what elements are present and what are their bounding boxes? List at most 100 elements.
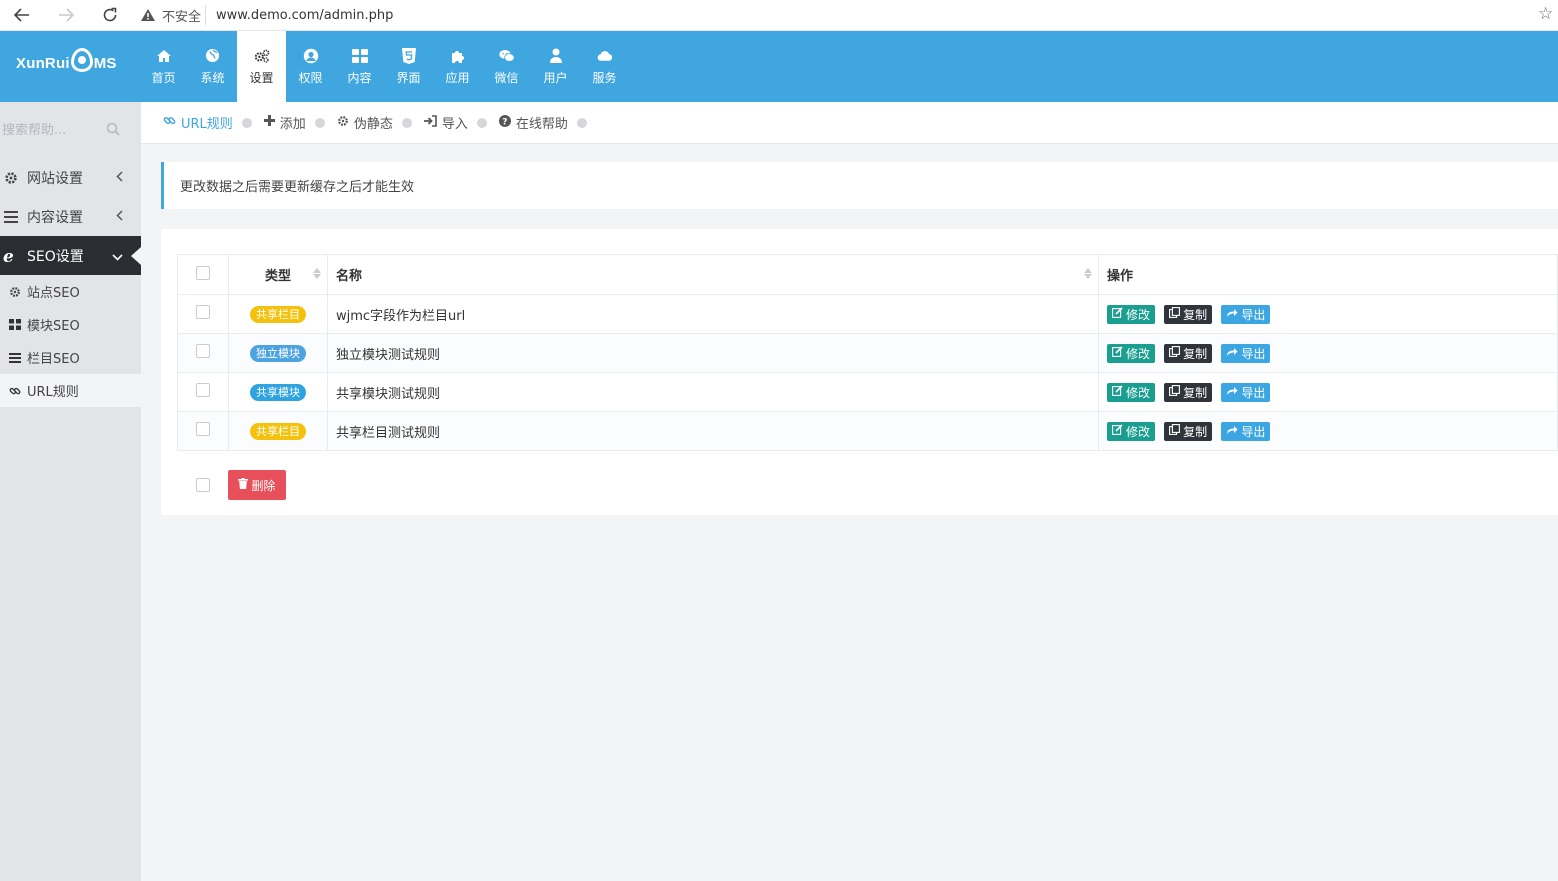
- export-button[interactable]: 导出: [1221, 343, 1271, 363]
- wechat-icon: [498, 48, 515, 64]
- subnav-online-help[interactable]: ? 在线帮助: [498, 113, 568, 132]
- header-name-label: 名称: [336, 269, 363, 284]
- subnav-add[interactable]: 添加: [263, 113, 306, 132]
- sort-icon: [313, 268, 321, 279]
- row-checkbox[interactable]: [196, 422, 210, 436]
- export-button[interactable]: 导出: [1221, 382, 1271, 402]
- row-checkbox[interactable]: [196, 383, 210, 397]
- sidebar-item-site-settings[interactable]: 网站设置: [0, 158, 141, 197]
- edit-icon: [1112, 424, 1123, 438]
- type-cell: 共享模块: [228, 372, 328, 412]
- security-indicator[interactable]: 不安全: [140, 6, 201, 25]
- warning-icon: [141, 9, 155, 21]
- bars-icon: [9, 352, 21, 364]
- top-header: XunRui MS 首页 系统 设置 权限 内容 界面 应用 微信 用户 服务: [0, 31, 1558, 102]
- link-icon: [9, 385, 21, 397]
- topnav-system[interactable]: 系统: [188, 31, 237, 102]
- table-row: 共享栏目 wjmc字段作为栏目url 修改 复制 导出: [177, 294, 1558, 334]
- sidebar-search: [0, 102, 141, 158]
- user-circle-icon: [303, 48, 319, 64]
- topnav-services[interactable]: 服务: [580, 31, 629, 102]
- search-input[interactable]: [2, 122, 122, 138]
- logo[interactable]: XunRui MS: [16, 48, 117, 72]
- topnav-wechat[interactable]: 微信: [482, 31, 531, 102]
- topnav-label: 内容: [347, 70, 372, 85]
- search-icon[interactable]: [106, 122, 120, 140]
- row-checkbox[interactable]: [196, 305, 210, 319]
- row-checkbox-cell: [177, 411, 229, 451]
- sidebar-item-content-settings[interactable]: 内容设置: [0, 197, 141, 236]
- edit-button[interactable]: 修改: [1107, 421, 1156, 441]
- address-url[interactable]: www.demo.com/admin.php: [216, 8, 393, 23]
- subnav-rewrite[interactable]: 伪静态: [337, 113, 393, 132]
- edit-label: 修改: [1126, 346, 1151, 361]
- copy-icon: [1169, 385, 1181, 399]
- back-button[interactable]: [0, 0, 44, 31]
- reload-button[interactable]: [88, 0, 132, 31]
- select-all-checkbox[interactable]: [196, 265, 210, 280]
- topnav-settings[interactable]: 设置: [237, 31, 286, 102]
- svg-text:e: e: [3, 248, 14, 264]
- puzzle-icon: [450, 48, 466, 64]
- topnav-permissions[interactable]: 权限: [286, 31, 335, 102]
- sidebar-item-url-rules[interactable]: URL规则: [0, 374, 141, 407]
- html5-icon: [401, 47, 417, 64]
- user-icon: [548, 48, 564, 64]
- sidebar-item-category-seo[interactable]: 栏目SEO: [0, 341, 141, 374]
- copy-button[interactable]: 复制: [1164, 421, 1213, 441]
- chevron-left-icon: [116, 209, 123, 225]
- topnav-apps[interactable]: 应用: [433, 31, 482, 102]
- sidebar-item-label: 内容设置: [27, 209, 83, 226]
- copy-button[interactable]: 复制: [1164, 304, 1213, 324]
- copy-label: 复制: [1183, 424, 1208, 439]
- topnav-interface[interactable]: 界面: [384, 31, 433, 102]
- topnav-label: 微信: [494, 70, 519, 85]
- name-cell: 共享栏目测试规则: [327, 411, 1099, 451]
- subnav-url-rules[interactable]: URL规则: [163, 113, 233, 132]
- topnav-label: 权限: [298, 70, 323, 85]
- edit-button[interactable]: 修改: [1107, 343, 1156, 363]
- grid-icon: [351, 48, 368, 64]
- footer-select-all-checkbox[interactable]: [195, 478, 210, 492]
- type-badge: 共享栏目: [250, 305, 306, 323]
- sidebar-item-module-seo[interactable]: 模块SEO: [0, 308, 141, 341]
- bookmark-star-icon[interactable]: ☆: [1538, 4, 1558, 24]
- topnav-label: 服务: [592, 70, 617, 85]
- chevron-down-icon: [112, 249, 123, 265]
- sidebar-item-seo-settings[interactable]: e SEO设置: [0, 236, 141, 275]
- forward-button[interactable]: [44, 0, 88, 31]
- copy-button[interactable]: 复制: [1164, 382, 1213, 402]
- export-button[interactable]: 导出: [1221, 421, 1271, 441]
- topnav-content[interactable]: 内容: [335, 31, 384, 102]
- copy-button[interactable]: 复制: [1164, 343, 1213, 363]
- logo-text-left: XunRui: [16, 54, 70, 72]
- table-row: 独立模块 独立模块测试规则 修改 复制 导出: [177, 333, 1558, 373]
- topnav-home[interactable]: 首页: [139, 31, 188, 102]
- delete-button[interactable]: 删除: [228, 470, 286, 500]
- edit-label: 修改: [1126, 424, 1151, 439]
- sidebar-item-label: 网站设置: [27, 170, 83, 187]
- row-checkbox-cell: [177, 333, 229, 373]
- subnav-import[interactable]: 导入: [423, 113, 468, 132]
- topnav-label: 应用: [445, 70, 470, 85]
- export-label: 导出: [1241, 307, 1266, 322]
- chevron-left-icon: [116, 170, 123, 186]
- sidebar-item-label: SEO设置: [27, 248, 84, 265]
- actions-cell: 修改 复制 导出: [1098, 372, 1558, 412]
- sidebar-item-site-seo[interactable]: 站点SEO: [0, 275, 141, 308]
- type-cell: 独立模块: [228, 333, 328, 373]
- header-type[interactable]: 类型: [228, 254, 328, 295]
- header-checkbox-cell: [177, 254, 229, 295]
- row-checkbox[interactable]: [196, 344, 210, 358]
- svg-text:?: ?: [502, 117, 507, 127]
- export-button[interactable]: 导出: [1221, 304, 1271, 324]
- sign-in-icon: [423, 114, 437, 131]
- topnav-users[interactable]: 用户: [531, 31, 580, 102]
- edit-label: 修改: [1126, 307, 1151, 322]
- edit-button[interactable]: 修改: [1107, 382, 1156, 402]
- header-actions-label: 操作: [1107, 269, 1134, 284]
- edit-button[interactable]: 修改: [1107, 304, 1156, 324]
- share-icon: [1226, 424, 1238, 438]
- header-name[interactable]: 名称: [327, 254, 1099, 295]
- link-icon: [163, 114, 176, 131]
